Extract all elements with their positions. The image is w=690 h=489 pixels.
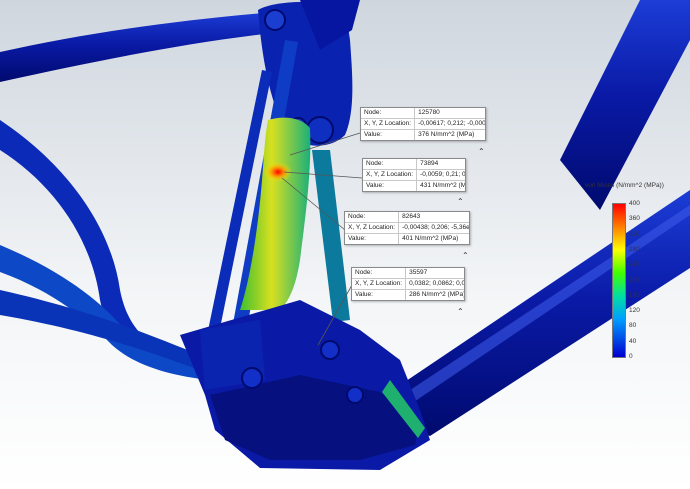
probe-key: Value: [345,234,400,244]
probe-value: 431 N/mm^2 (MPa) [420,182,465,189]
probe-key: Node: [352,268,407,279]
probe-label-2[interactable]: Node: 73894 X, Y, Z Location: -0,0059; 0… [362,158,466,192]
legend-tick-label: 120 [629,307,640,315]
probe-key: X, Y, Z Location: [361,119,416,130]
probe-key: Node: [363,159,418,170]
probe-node: 125780 [415,108,485,119]
probe-value: 286 N/mm^2 (MPa) [409,291,464,298]
probe-location: 0,0382; 0,0862; 0,015 m [406,279,464,290]
probe-node: 35597 [406,268,464,279]
probe-location: -0,00438; 0,206; -5,36e-07 m [399,223,469,234]
probe-label-3[interactable]: Node: 82643 X, Y, Z Location: -0,00438; … [344,211,470,245]
legend-tick-label: 0 [629,353,633,360]
pivot-bolt [264,9,286,31]
probe-key: X, Y, Z Location: [345,223,400,234]
probe-value: 401 N/mm^2 (MPa) [402,235,459,242]
probe-location: -0,00617; 0,212; -0,000116 m [415,119,485,130]
probe-key: X, Y, Z Location: [363,170,418,181]
probe-key: Node: [345,212,400,223]
legend-tick-label: 40 [629,337,637,345]
legend-color-bar [612,203,626,358]
probe-node: 73894 [417,159,465,170]
probe-key: X, Y, Z Location: [352,279,407,290]
bracket-bolt [320,340,340,360]
legend-tick-label: 160 [629,291,640,299]
probe-collapse-caret[interactable]: ⌃ [457,308,464,316]
probe-label-1[interactable]: Node: 125780 X, Y, Z Location: -0,00617;… [360,107,486,141]
legend-tick-label: 280 [629,245,640,253]
legend-tick-label: 360 [629,215,640,223]
probe-collapse-caret[interactable]: ⌃ [457,198,464,206]
legend-tick-label: 400 [629,200,640,207]
bracket-bolt [346,386,364,404]
probe-key: Value: [361,130,416,140]
probe-key: Value: [352,290,407,300]
bracket-bolt [241,367,263,389]
probe-label-4[interactable]: Node: 35597 X, Y, Z Location: 0,0382; 0,… [351,267,465,301]
probe-node: 82643 [399,212,469,223]
legend-tick-label: 240 [629,261,640,269]
probe-key: Node: [361,108,416,119]
legend-tick-label: 200 [629,276,640,284]
probe-key: Value: [363,181,418,191]
probe-collapse-caret[interactable]: ⌃ [462,252,469,260]
legend-tick-label: 80 [629,322,637,330]
probe-value: 376 N/mm^2 (MPa) [418,131,475,138]
probe-location: -0,0059; 0,21; 0 m [417,170,465,181]
legend-tick-label: 320 [629,230,640,238]
pivot-bolt [306,116,334,144]
probe-collapse-caret[interactable]: ⌃ [478,148,485,156]
legend-title: von Mises (N/mm^2 (MPa)) [585,182,664,189]
